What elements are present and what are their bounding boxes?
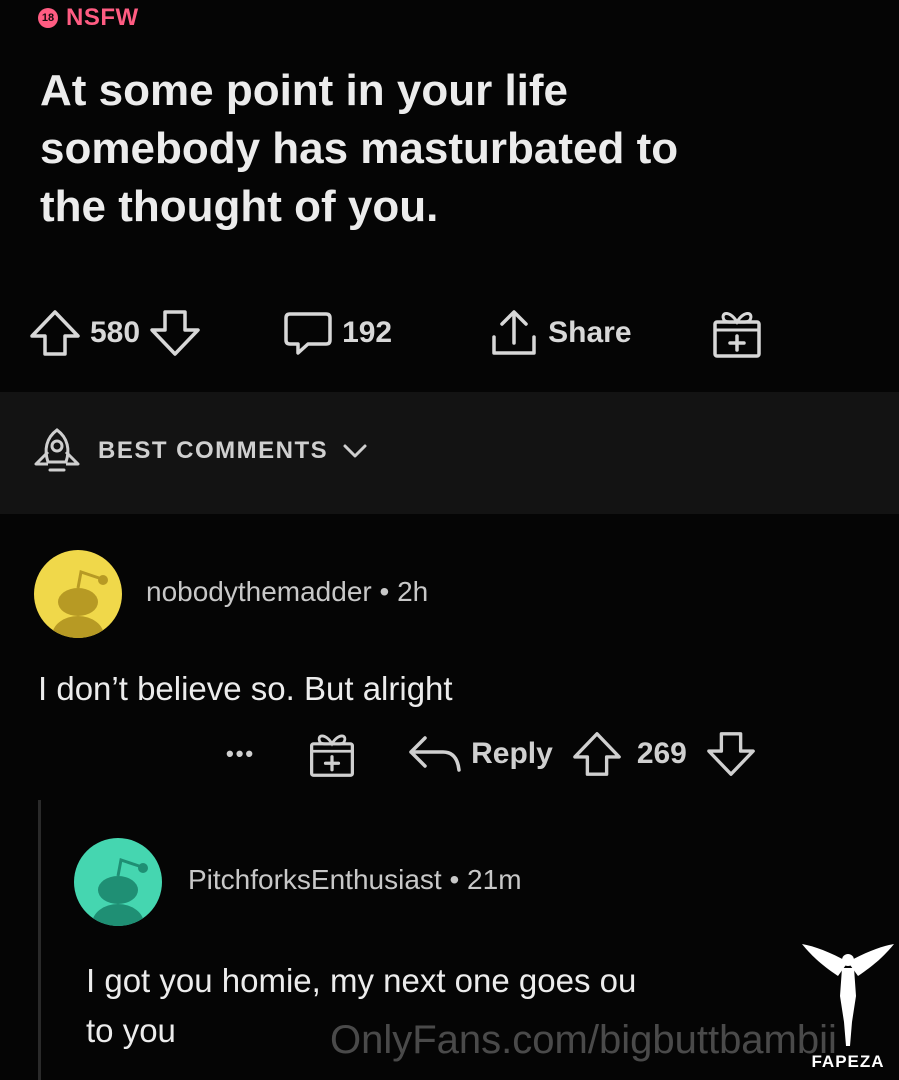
- comment-body-line: I got you homie, my next one goes ou: [86, 962, 637, 999]
- nsfw-label: NSFW: [66, 4, 139, 31]
- share-label: Share: [548, 316, 632, 349]
- snoo-avatar-icon: [92, 858, 148, 926]
- comment-username[interactable]: nobodythemadder: [146, 576, 372, 607]
- gift-icon[interactable]: [307, 728, 357, 780]
- meta-separator: •: [379, 576, 398, 607]
- post-title-line: somebody has masturbated to: [40, 124, 679, 173]
- gift-icon: [712, 312, 761, 358]
- comment-count: 192: [342, 316, 393, 349]
- watermark-text: OnlyFans.com/bigbuttbambii: [330, 1018, 837, 1062]
- upvote-icon[interactable]: [571, 729, 623, 779]
- nsfw-badge: 18 NSFW: [38, 4, 139, 32]
- avatar[interactable]: [34, 550, 122, 638]
- comment-meta: PitchforksEnthusiast • 21m: [188, 864, 522, 896]
- sort-dropdown[interactable]: BEST COMMENTS: [30, 426, 368, 476]
- post-title-line: the thought of you.: [40, 182, 439, 231]
- age-18-icon: 18: [38, 8, 58, 28]
- avatar[interactable]: [74, 838, 162, 926]
- post-title[interactable]: At some point in your life somebody has …: [40, 62, 840, 236]
- brand-watermark: FAPEZA: [798, 942, 898, 1080]
- comment-time: 2h: [397, 576, 429, 607]
- comment-score: 269: [636, 737, 687, 770]
- snoo-avatar-icon: [52, 570, 108, 638]
- brand-label: FAPEZA: [811, 1052, 885, 1071]
- thread-line[interactable]: [38, 800, 41, 1080]
- post-score: 580: [90, 316, 141, 349]
- comments-button[interactable]: 192: [282, 308, 392, 358]
- share-button[interactable]: Share: [488, 307, 632, 359]
- upvote-icon[interactable]: [28, 308, 82, 358]
- rocket-icon: [34, 428, 80, 472]
- comment-body: I don’t believe so. But alright: [38, 670, 453, 707]
- winged-figure-logo-icon: [802, 944, 894, 1046]
- chevron-down-icon: [343, 444, 367, 458]
- post-action-bar: 580 192 Share: [28, 305, 873, 361]
- meta-separator: •: [449, 864, 468, 895]
- comment-time: 21m: [467, 864, 522, 895]
- more-options-button[interactable]: •••: [226, 741, 255, 767]
- comment-meta: nobodythemadder • 2h: [146, 576, 428, 608]
- reply-button[interactable]: Reply: [407, 732, 553, 776]
- post-title-line: At some point in your life: [40, 66, 569, 115]
- comment-sort-bar: BEST COMMENTS: [0, 392, 899, 514]
- downvote-icon[interactable]: [705, 729, 757, 779]
- share-icon: [492, 310, 536, 355]
- reply-arrow-icon: [409, 736, 461, 772]
- comment-username[interactable]: PitchforksEnthusiast: [188, 864, 442, 895]
- comment-bubble-icon: [284, 312, 332, 355]
- award-button[interactable]: [710, 306, 764, 360]
- downvote-icon[interactable]: [148, 308, 202, 358]
- reply-label: Reply: [471, 737, 553, 770]
- vote-group: 580: [28, 308, 202, 358]
- comment-actions: ••• Reply 269: [226, 726, 757, 782]
- sort-label: BEST COMMENTS: [98, 437, 329, 464]
